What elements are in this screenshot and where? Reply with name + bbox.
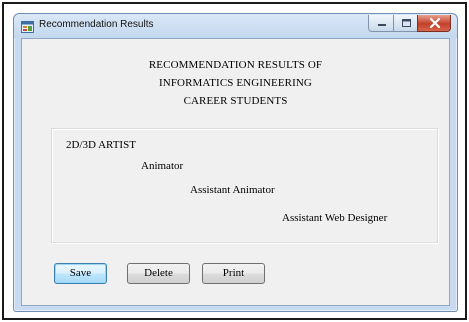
app-form-icon (21, 20, 34, 33)
heading-line-1: RECOMMENDATION RESULTS OF (148, 59, 323, 71)
close-button[interactable] (417, 15, 451, 32)
screenshot-frame: Recommendation Results RECOMMENDATION RE… (2, 2, 467, 320)
result-item-4: Assistant Web Designer (282, 212, 388, 224)
title-bar[interactable]: Recommendation Results (14, 14, 457, 38)
heading-line-2: INFORMATICS ENGINEERING (159, 77, 312, 89)
print-button[interactable]: Print (202, 263, 265, 284)
minimize-icon (378, 24, 386, 26)
results-panel: 2D/3D ARTIST Animator Assistant Animator… (51, 128, 438, 243)
result-item-2: Animator (141, 160, 184, 172)
recommendation-results-window: Recommendation Results RECOMMENDATION RE… (13, 13, 458, 312)
delete-button[interactable]: Delete (127, 263, 190, 284)
maximize-button[interactable] (393, 15, 418, 32)
form-client-area: RECOMMENDATION RESULTS OF INFORMATICS EN… (21, 38, 450, 306)
maximize-icon (402, 19, 411, 27)
close-icon (429, 17, 441, 29)
result-item-1: 2D/3D ARTIST (66, 139, 136, 151)
minimize-button[interactable] (368, 15, 394, 32)
window-title: Recommendation Results (39, 19, 154, 30)
heading-line-3: CAREER STUDENTS (183, 95, 288, 107)
save-button[interactable]: Save (54, 263, 107, 284)
result-item-3: Assistant Animator (190, 184, 275, 196)
